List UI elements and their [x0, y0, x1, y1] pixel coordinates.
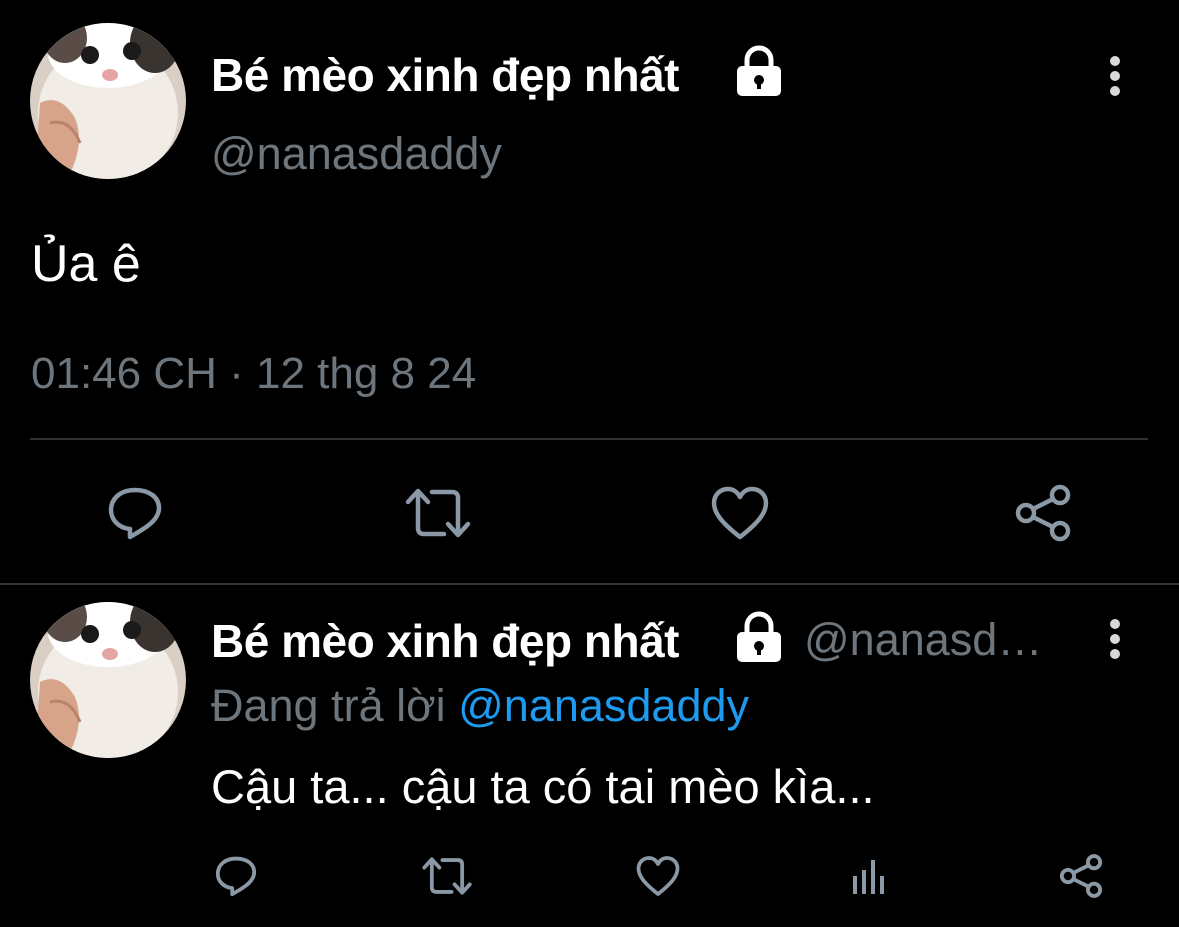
more-options-icon[interactable]	[1108, 55, 1122, 101]
reply-button[interactable]	[210, 850, 262, 902]
like-icon	[636, 856, 680, 896]
more-options-icon[interactable]	[1108, 618, 1122, 664]
tweet-text: Ủa ê	[31, 235, 141, 293]
mention-link[interactable]: @nanasdaddy	[458, 680, 749, 731]
retweet-icon	[422, 857, 472, 895]
avatar[interactable]	[30, 602, 186, 758]
reply-icon	[108, 487, 162, 540]
retweet-button[interactable]	[418, 850, 476, 902]
like-button[interactable]	[632, 850, 684, 902]
tweet-separator	[0, 583, 1179, 585]
user-handle[interactable]: @nanasdaddy	[211, 128, 502, 180]
like-icon	[711, 486, 769, 540]
replying-prefix: Đang trả lời	[211, 680, 459, 731]
user-handle[interactable]: @nanasd…	[804, 614, 1042, 666]
retweet-icon	[405, 488, 471, 538]
analytics-icon	[853, 860, 884, 894]
avatar-image	[30, 23, 186, 179]
tweet-timestamp[interactable]: 01:46 CH · 12 thg 8 24	[31, 349, 476, 399]
tweet-text: Cậu ta... cậu ta có tai mèo kìa...	[211, 760, 875, 813]
share-button[interactable]	[1008, 478, 1078, 548]
lock-icon	[737, 45, 781, 96]
replying-to-line: Đang trả lời @nanasdaddy	[211, 680, 749, 732]
reply-button[interactable]	[100, 478, 170, 548]
display-name[interactable]: Bé mèo xinh đẹp nhất	[211, 614, 679, 668]
reply-icon	[215, 856, 257, 897]
lock-icon	[737, 611, 781, 662]
analytics-button[interactable]	[843, 850, 895, 902]
avatar-image	[30, 602, 186, 758]
divider	[30, 438, 1148, 440]
retweet-button[interactable]	[400, 478, 476, 548]
share-button[interactable]	[1055, 850, 1107, 902]
share-icon	[1059, 854, 1103, 898]
share-icon	[1015, 484, 1071, 542]
avatar[interactable]	[30, 23, 186, 179]
like-button[interactable]	[705, 478, 775, 548]
display-name[interactable]: Bé mèo xinh đẹp nhất	[211, 48, 679, 102]
